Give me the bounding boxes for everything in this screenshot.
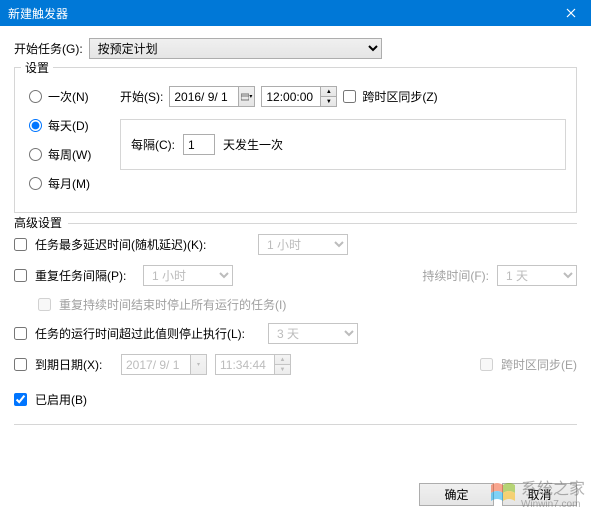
cancel-button[interactable]: 取消	[502, 483, 577, 506]
close-icon	[566, 8, 576, 18]
duration-label: 持续时间(F):	[422, 267, 489, 284]
enabled-label: 已启用(B)	[35, 391, 87, 408]
interval-label: 每隔(C):	[131, 136, 175, 153]
expire-checkbox[interactable]	[14, 358, 27, 371]
expire-date-input: ▾	[121, 354, 207, 375]
sync-tz-checkbox[interactable]: 跨时区同步(Z)	[343, 88, 437, 105]
delay-select: 1 小时	[258, 234, 348, 255]
expire-time-field	[216, 355, 274, 374]
start-task-label: 开始任务(G):	[14, 40, 83, 57]
calendar-dropdown-icon[interactable]: ▾	[238, 87, 254, 106]
ok-button[interactable]: 确定	[419, 483, 494, 506]
titlebar: 新建触发器	[0, 0, 591, 26]
time-spinner[interactable]: ▲▼	[320, 87, 336, 106]
start-date-input[interactable]: ▾	[169, 86, 255, 107]
calendar-dropdown-icon: ▾	[190, 355, 206, 374]
start-time-field[interactable]	[262, 87, 320, 106]
expire-time-input: ▲▼	[215, 354, 291, 375]
radio-once[interactable]: 一次(N)	[29, 88, 106, 105]
stop-after-select: 3 天	[268, 323, 358, 344]
delay-label: 任务最多延迟时间(随机延迟)(K):	[35, 236, 250, 253]
start-task-select[interactable]: 按预定计划	[89, 38, 382, 59]
start-date-field[interactable]	[170, 87, 238, 106]
repeat-select: 1 小时	[143, 265, 233, 286]
stop-after-label: 任务的运行时间超过此值则停止执行(L):	[35, 325, 260, 342]
stop-repeat-label: 重复持续时间结束时停止所有运行的任务(I)	[59, 296, 286, 313]
duration-select: 1 天	[497, 265, 577, 286]
expire-tz-checkbox	[480, 358, 493, 371]
radio-monthly[interactable]: 每月(M)	[29, 175, 106, 192]
window-title: 新建触发器	[8, 5, 68, 22]
stop-after-checkbox[interactable]	[14, 327, 27, 340]
advanced-legend: 高级设置	[14, 214, 68, 231]
settings-group: 设置 一次(N) 每天(D) 每周(W) 每月(M) 开始(S): ▾	[14, 67, 577, 213]
start-label: 开始(S):	[120, 88, 163, 105]
interval-box: 每隔(C): 天发生一次	[120, 119, 566, 170]
interval-input[interactable]	[183, 134, 215, 155]
radio-weekly[interactable]: 每周(W)	[29, 146, 106, 163]
expire-label: 到期日期(X):	[35, 356, 113, 373]
expire-tz-label: 跨时区同步(E)	[501, 356, 577, 373]
expire-date-field	[122, 355, 190, 374]
interval-suffix: 天发生一次	[223, 136, 283, 153]
repeat-label: 重复任务间隔(P):	[35, 267, 135, 284]
close-button[interactable]	[551, 0, 591, 26]
stop-repeat-checkbox	[38, 298, 51, 311]
radio-daily[interactable]: 每天(D)	[29, 117, 106, 134]
settings-legend: 设置	[21, 59, 53, 76]
repeat-checkbox[interactable]	[14, 269, 27, 282]
time-spinner: ▲▼	[274, 355, 290, 374]
enabled-checkbox[interactable]	[14, 393, 27, 406]
start-time-input[interactable]: ▲▼	[261, 86, 337, 107]
delay-checkbox[interactable]	[14, 238, 27, 251]
